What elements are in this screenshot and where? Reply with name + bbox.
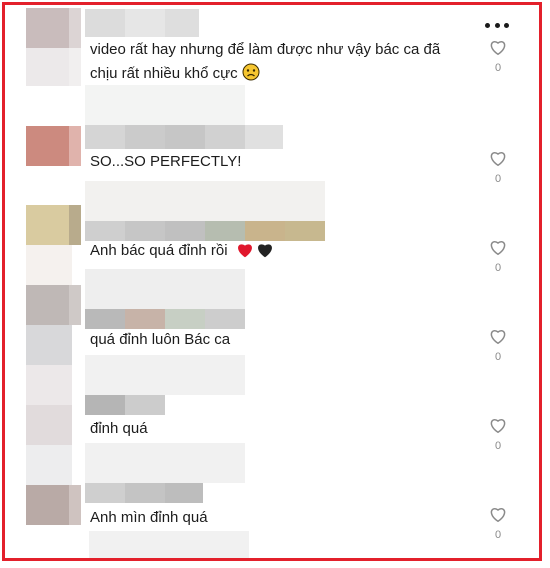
red-heart-emoji [236,242,254,265]
like-count: 0 [494,529,502,541]
comment-text: Anh bác quá đỉnh rồi [90,242,228,259]
like-button[interactable]: 0 [487,417,509,452]
heart-outline-icon [490,419,506,434]
comment-text-continued: chịu rất nhiều khổ cực [90,65,238,82]
like-count: 0 [494,262,502,274]
comment-text-line2: chịu rất nhiều khổ cực [90,63,260,88]
like-count: 0 [494,173,502,185]
comment-text: Anh mìn đỉnh quá [90,509,208,526]
more-options-icon[interactable] [485,21,509,29]
heart-outline-icon [490,330,506,345]
comment-text: đỉnh quá [90,420,148,437]
like-count: 0 [494,440,502,452]
comment-text: quá đỉnh luôn Bác ca [90,331,231,348]
heart-outline-icon [490,241,506,256]
like-button[interactable]: 0 [487,150,509,185]
heart-outline-icon [490,41,506,56]
worried-face-emoji [242,63,260,88]
heart-outline-icon [490,508,506,523]
like-count: 0 [494,62,502,74]
comment-text: video rất hay nhưng để làm được như vậy … [90,41,441,58]
comment-text-line: Anh bác quá đỉnh rồi [90,240,274,265]
heart-outline-icon [490,152,506,167]
like-count: 0 [494,351,502,363]
like-button[interactable]: 0 [487,506,509,541]
like-button[interactable]: 0 [487,328,509,363]
like-button[interactable]: 0 [487,39,509,74]
scrollbar[interactable] [541,243,542,393]
like-button[interactable]: 0 [487,239,509,274]
comment-panel: video rất hay nhưng để làm được như vậy … [2,2,542,561]
black-heart-emoji [256,242,274,265]
comment-text: SO...SO PERFECTLY! [90,153,242,170]
